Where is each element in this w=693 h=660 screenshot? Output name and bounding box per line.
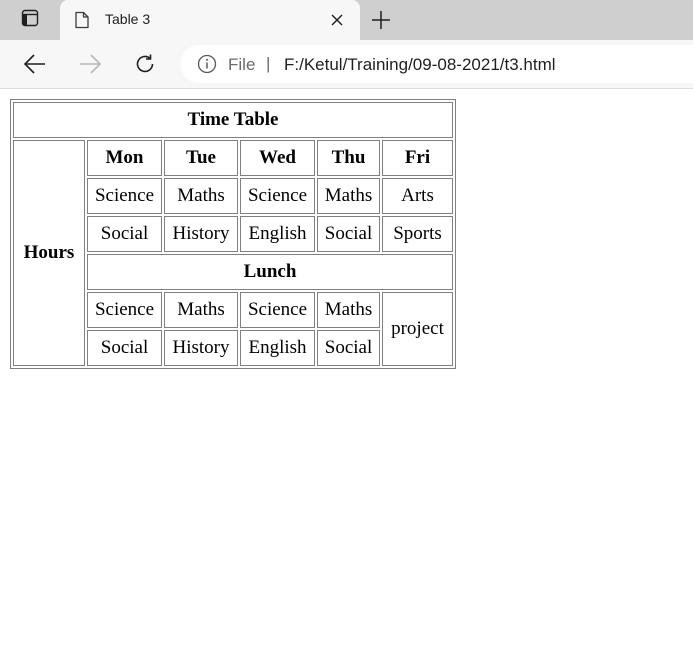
day-header-mon: Mon — [87, 140, 162, 176]
day-header-wed: Wed — [240, 140, 315, 176]
tab-active[interactable]: Table 3 — [60, 0, 360, 40]
table-cell: Social — [317, 330, 380, 366]
close-icon — [331, 14, 343, 26]
table-cell: Science — [87, 178, 162, 214]
table-cell: Social — [87, 216, 162, 252]
address-url[interactable]: F:/Ketul/Training/09-08-2021/t3.html — [284, 55, 556, 75]
row-header-hours: Hours — [13, 140, 85, 366]
back-arrow-icon — [23, 54, 45, 74]
table-cell: Maths — [317, 178, 380, 214]
tab-strip: Table 3 — [0, 0, 693, 40]
day-header-fri: Fri — [382, 140, 453, 176]
table-cell: Maths — [164, 292, 238, 328]
tab-actions-icon — [21, 9, 39, 32]
timetable: Time Table Hours Mon Tue Wed Thu Fri Sci… — [10, 99, 456, 369]
new-tab-button[interactable] — [368, 7, 394, 33]
page-icon — [74, 11, 90, 34]
lunch-break-cell: Lunch — [87, 254, 453, 290]
back-button[interactable] — [22, 51, 48, 77]
refresh-icon — [136, 54, 154, 73]
table-cell: Science — [240, 292, 315, 328]
table-cell: Social — [87, 330, 162, 366]
table-cell: Sports — [382, 216, 453, 252]
tab-title: Table 3 — [105, 11, 151, 27]
table-cell: Science — [87, 292, 162, 328]
address-scheme-label: File — [228, 55, 256, 74]
day-header-tue: Tue — [164, 140, 238, 176]
address-separator: | — [266, 54, 271, 73]
plus-icon — [372, 11, 390, 29]
tab-actions-button[interactable] — [10, 5, 50, 35]
browser-toolbar: File | F:/Ketul/Training/09-08-2021/t3.h… — [0, 40, 693, 89]
day-header-thu: Thu — [317, 140, 380, 176]
address-bar[interactable]: File | F:/Ketul/Training/09-08-2021/t3.h… — [181, 45, 693, 83]
tab-close-button[interactable] — [328, 11, 346, 29]
page-content: Time Table Hours Mon Tue Wed Thu Fri Sci… — [0, 89, 693, 660]
table-cell: History — [164, 330, 238, 366]
forward-arrow-icon — [80, 54, 102, 74]
table-row-days: Hours Mon Tue Wed Thu Fri — [13, 140, 453, 366]
table-cell: Social — [317, 216, 380, 252]
table-cell: Maths — [164, 178, 238, 214]
table-cell: Arts — [382, 178, 453, 214]
table-cell: History — [164, 216, 238, 252]
refresh-button[interactable] — [132, 51, 158, 77]
timetable-title: Time Table — [13, 102, 453, 138]
table-cell: Maths — [317, 292, 380, 328]
table-cell: English — [240, 216, 315, 252]
table-cell: English — [240, 330, 315, 366]
forward-button[interactable] — [77, 51, 103, 77]
table-row-title: Time Table — [13, 102, 453, 138]
site-info-icon[interactable] — [197, 54, 217, 79]
project-cell: project — [382, 292, 453, 366]
table-cell: Science — [240, 178, 315, 214]
